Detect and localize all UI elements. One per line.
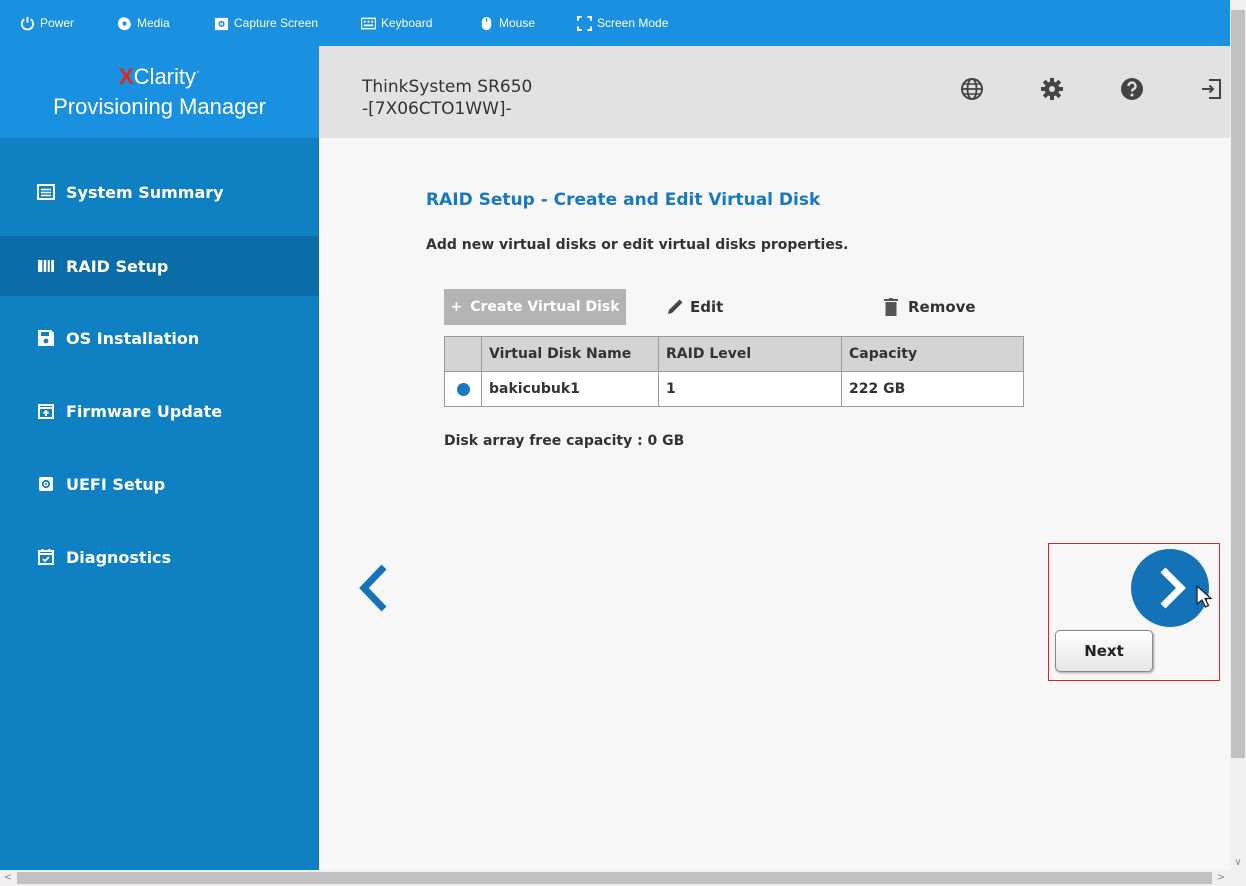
sidebar-item-firmware-update[interactable]: Firmware Update <box>0 381 319 441</box>
pencil-icon <box>668 299 683 314</box>
keyboard-menu[interactable]: Keyboard <box>361 13 432 33</box>
table-row[interactable]: bakicubuk1 1 222 GB <box>444 371 1024 407</box>
capture-screen-button[interactable]: Capture Screen <box>214 13 318 33</box>
fullscreen-icon <box>577 15 592 31</box>
system-name: ThinkSystem SR650 <box>362 77 533 97</box>
screen-mode-menu[interactable]: Screen Mode <box>577 13 668 33</box>
main-content: RAID Setup - Create and Edit Virtual Dis… <box>319 138 1230 870</box>
sidebar-item-system-summary[interactable]: System Summary <box>0 162 319 222</box>
scroll-right-icon[interactable]: > <box>1213 870 1229 886</box>
keyboard-label: Keyboard <box>381 16 433 30</box>
table-header-row: Virtual Disk Name RAID Level Capacity <box>444 336 1024 372</box>
sidebar-item-label: UEFI Setup <box>66 474 166 494</box>
gear-icon <box>1041 78 1063 100</box>
exit-icon <box>1202 79 1221 99</box>
sidebar-item-label: OS Installation <box>66 328 200 348</box>
settings-button[interactable] <box>1039 76 1065 102</box>
sidebar-item-label: Firmware Update <box>66 401 223 421</box>
mouse-menu[interactable]: Mouse <box>479 13 535 33</box>
cell-capacity: 222 GB <box>841 371 1024 407</box>
plus-icon: + <box>450 299 463 315</box>
sidebar-item-os-installation[interactable]: OS Installation <box>0 308 319 368</box>
create-virtual-disk-label: Create Virtual Disk <box>470 299 620 315</box>
sidebar-item-raid-setup[interactable]: RAID Setup <box>0 236 319 296</box>
chevron-right-icon <box>1160 567 1186 609</box>
remove-button[interactable]: Remove <box>884 294 976 320</box>
sidebar-item-label: RAID Setup <box>66 256 169 276</box>
power-label: Power <box>40 16 75 30</box>
remote-console-toolbar: Power Media Capture Screen Keyboard Mous… <box>0 0 1230 46</box>
edit-label: Edit <box>690 298 724 316</box>
media-menu[interactable]: Media <box>117 13 170 33</box>
virtual-disk-table: Virtual Disk Name RAID Level Capacity ba… <box>444 336 1024 407</box>
column-header-capacity: Capacity <box>841 336 1024 372</box>
page-description: Add new virtual disks or edit virtual di… <box>426 237 849 253</box>
camera-icon <box>214 17 229 30</box>
vertical-scroll-thumb[interactable] <box>1231 10 1245 758</box>
exit-button[interactable] <box>1199 76 1225 102</box>
chevron-left-icon <box>359 564 387 612</box>
scroll-left-icon[interactable]: < <box>0 870 16 886</box>
scroll-down-icon[interactable]: ∨ <box>1230 856 1246 870</box>
trash-icon <box>884 298 898 316</box>
help-button[interactable] <box>1119 76 1145 102</box>
upload-icon <box>36 401 56 421</box>
sidebar-nav: System Summary RAID Setup OS Installatio… <box>0 138 319 870</box>
disc-icon <box>117 15 132 30</box>
screen-mode-label: Screen Mode <box>597 16 669 30</box>
logo-line-2: Provisioning Manager <box>53 94 266 119</box>
media-label: Media <box>137 16 170 30</box>
back-button[interactable] <box>354 561 394 615</box>
power-icon <box>20 16 35 30</box>
edit-button[interactable]: Edit <box>666 294 723 320</box>
mouse-label: Mouse <box>499 16 536 30</box>
help-icon <box>1121 78 1143 100</box>
mouse-icon <box>481 16 492 30</box>
list-icon <box>36 182 56 202</box>
sidebar-item-diagnostics[interactable]: Diagnostics <box>0 527 319 587</box>
language-button[interactable] <box>959 76 985 102</box>
column-header-raid-level: RAID Level <box>658 336 842 372</box>
sidebar-item-label: Diagnostics <box>66 547 172 567</box>
create-virtual-disk-button[interactable]: + Create Virtual Disk <box>444 289 626 325</box>
calendar-check-icon <box>36 547 56 567</box>
raid-icon <box>36 256 56 276</box>
keyboard-icon <box>361 17 376 29</box>
system-model: ThinkSystem SR650 -[7X06CTO1WW]- <box>362 76 532 120</box>
mouse-cursor-icon <box>1196 585 1213 608</box>
chip-icon <box>36 474 56 494</box>
next-button[interactable]: Next <box>1055 630 1153 672</box>
horizontal-scroll-thumb[interactable] <box>17 872 1212 884</box>
free-capacity-text: Disk array free capacity : 0 GB <box>444 433 685 449</box>
machine-type: -[7X06CTO1WW]- <box>362 99 512 119</box>
power-menu[interactable]: Power <box>20 13 74 33</box>
remove-label: Remove <box>908 298 976 316</box>
column-header-name: Virtual Disk Name <box>481 336 659 372</box>
globe-icon <box>961 78 983 100</box>
xclarity-logo: XClarity· Provisioning Manager <box>0 46 319 138</box>
radio-selected-icon <box>456 382 470 396</box>
sidebar-item-uefi-setup[interactable]: UEFI Setup <box>0 454 319 514</box>
row-select-radio[interactable] <box>444 371 482 407</box>
select-column-header <box>444 336 482 372</box>
capture-screen-label: Capture Screen <box>234 16 319 30</box>
cell-raid-level: 1 <box>658 371 842 407</box>
page-title: RAID Setup - Create and Edit Virtual Dis… <box>426 190 821 210</box>
page-header: ThinkSystem SR650 -[7X06CTO1WW]- <box>319 46 1230 138</box>
logo-line-1: XClarity· <box>118 64 201 89</box>
cell-disk-name: bakicubuk1 <box>481 371 659 407</box>
sidebar-item-label: System Summary <box>66 182 224 202</box>
save-icon <box>36 328 56 348</box>
